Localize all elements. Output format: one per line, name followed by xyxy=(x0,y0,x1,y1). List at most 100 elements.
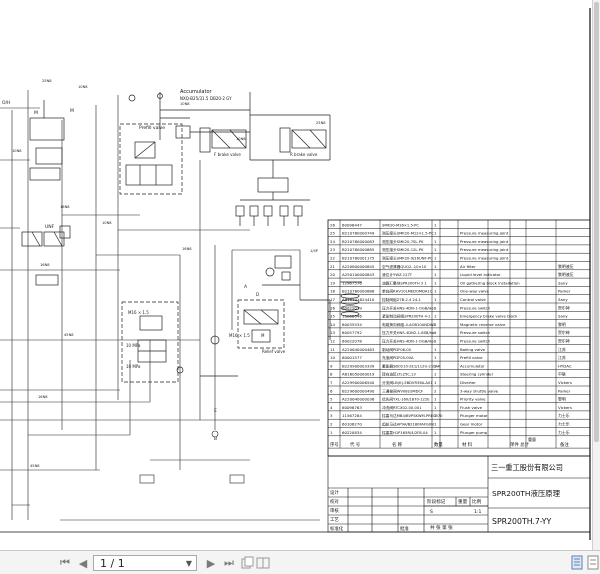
pdf-toolbar: ⏮ ◀ 1 / 1 ▼ ▶ ⏭ xyxy=(0,550,600,574)
parts-code-cell: A250100000843 xyxy=(342,272,375,277)
design-label: 设计 xyxy=(330,489,339,496)
parts-code-cell: 12967576 xyxy=(342,280,362,285)
stage-label: 阶段标记 xyxy=(427,498,446,505)
parts-spec-cell: SMK20-M16×1.5-PC xyxy=(382,223,419,227)
drawing-number: SPR200TH.7-YY xyxy=(492,517,552,526)
page-number-value[interactable]: 1 / 1 xyxy=(94,557,182,570)
parts-maker-cell: Vickers xyxy=(558,405,572,410)
svg-text:10N8: 10N8 xyxy=(180,102,190,106)
prev-page-icon[interactable]: ◀ xyxy=(76,556,90,570)
svg-text:B: B xyxy=(214,436,217,442)
last-page-icon[interactable]: ⏭ xyxy=(222,556,236,570)
parts-no-cell: 11 xyxy=(330,347,335,352)
parts-name-cell: Flush valve xyxy=(460,405,483,410)
parts-code-cell: 60220834 xyxy=(342,430,362,435)
pressure-label-a: 10 MPa xyxy=(126,343,141,348)
accumulator-valve-label: DB20-2 GY xyxy=(210,96,232,101)
prefill-valve-label: Prefill valve xyxy=(139,125,165,131)
parts-no-cell: 16 xyxy=(330,305,335,310)
stage-mark: S xyxy=(430,509,433,515)
parts-code-cell: B210780000749 xyxy=(342,231,375,236)
parts-maker-cell: 力士乐 xyxy=(558,422,570,427)
svg-text:O/H: O/H xyxy=(2,100,10,106)
craft-label: 工艺 xyxy=(330,517,339,523)
company-name: 三一重工股份有限公司 xyxy=(491,463,563,472)
svg-text:16N8: 16N8 xyxy=(38,395,48,399)
parts-name-cell: Pressure measuring joint xyxy=(460,239,509,244)
parts-name-cell: Oil gathering block installation xyxy=(460,280,520,285)
parts-maker-cell: Sany xyxy=(558,314,568,319)
parts-maker-cell: 中联 xyxy=(558,372,566,377)
parts-name-cell: Magnetic reverse valve xyxy=(460,322,506,327)
svg-text:16N8: 16N8 xyxy=(182,247,192,251)
page-selector[interactable]: 1 / 1 ▼ xyxy=(93,555,197,571)
svg-text:45N8: 45N8 xyxy=(30,464,40,468)
parts-code-cell: B229600000490 xyxy=(342,388,375,393)
parts-header-remark: 备注 xyxy=(560,441,569,448)
parts-code-cell: B210780000888 xyxy=(342,289,375,294)
parts-maker-cell: 力士乐 xyxy=(558,413,570,418)
parts-spec-cell: 冲洗阀RTCX02-00-001 xyxy=(382,405,422,410)
parts-maker-cell: 黎明液压 xyxy=(558,272,574,277)
hydraulic-schematic: O/H M M UNF Accumulator NXQ-B25/31.5 DB2… xyxy=(0,0,600,550)
parts-spec-cell: 测压接头SMK20-M12×1.5-PC xyxy=(382,231,434,236)
parts-no-cell: 25 xyxy=(330,231,335,236)
parts-name-cell: Control valve xyxy=(460,297,486,302)
parts-code-cell: 60096447 xyxy=(342,222,362,227)
parts-header-weight: 单件 总计 xyxy=(510,441,530,448)
parts-spec-cell: 电磁换向阀组-4-AOB10ANDWE xyxy=(382,322,436,327)
parts-header-weight-unit: 重量 xyxy=(528,436,536,442)
parts-maker-cell: HYDAC xyxy=(558,363,572,368)
first-page-icon[interactable]: ⏮ xyxy=(58,556,72,570)
parts-code-cell: B210780001175 xyxy=(342,256,375,261)
parts-maker-cell: 黎明液压 xyxy=(558,264,574,269)
parts-code-cell: A220640000036 xyxy=(342,397,375,402)
sheet-count: 共 张 第 张 xyxy=(430,524,453,531)
parts-spec-cell: 油路汇集块SPR200TH 3 1 xyxy=(382,280,427,285)
parts-header-code: 代 号 xyxy=(350,441,361,448)
two-page-view-icon[interactable] xyxy=(587,555,599,574)
page-layout-icon[interactable] xyxy=(256,555,270,574)
parts-maker-cell: Sany xyxy=(558,280,568,285)
svg-text:M: M xyxy=(70,108,74,114)
parts-spec-cell: 压力开关HNS-4DN2-1-8SB/hor xyxy=(382,330,436,335)
parts-name-cell: Pressure measuring joint xyxy=(460,256,509,261)
parts-maker-cell: 力士乐 xyxy=(558,430,570,435)
chevron-down-icon[interactable]: ▼ xyxy=(182,559,196,568)
parts-spec-cell: 分流阀LB(K)-5BDVR36A-A01 xyxy=(382,380,433,385)
accumulator-label: Accumulator xyxy=(180,89,213,95)
approve-label: 批准 xyxy=(400,525,409,532)
parts-code-cell: B210780000885 xyxy=(342,247,375,252)
svg-text:16N8: 16N8 xyxy=(60,205,70,209)
svg-text:M: M xyxy=(261,333,265,338)
parts-header-material: 材 料 xyxy=(462,441,473,448)
parts-header-spec: 名 称 xyxy=(392,441,403,448)
parts-name-cell: 3-way shuttle valve xyxy=(460,388,499,393)
vertical-scrollbar[interactable] xyxy=(592,0,600,550)
scrollbar-thumb[interactable] xyxy=(594,2,599,442)
parts-maker-cell: Sany xyxy=(558,297,568,302)
parts-no-cell: 12 xyxy=(330,339,335,344)
parts-spec-cell: 空气滤清器QUQ2.-10×10 xyxy=(382,264,427,269)
parts-code-cell: 10068646 xyxy=(342,314,362,319)
parts-no-cell: 10 xyxy=(330,355,335,360)
next-page-icon[interactable]: ▶ xyxy=(204,556,218,570)
pressure-label-b: 10 MPa xyxy=(126,364,141,369)
parts-name-cell: Liquid level indicator xyxy=(460,272,501,277)
copy-page-icon[interactable] xyxy=(240,555,254,574)
document-viewer[interactable]: O/H M M UNF Accumulator NXQ-B25/31.5 DB2… xyxy=(0,0,600,550)
parts-no-cell: 26 xyxy=(330,222,335,227)
svg-text:16N8: 16N8 xyxy=(40,263,50,267)
parts-name-cell: Pressure switch xyxy=(460,339,491,344)
parts-name-cell: Pressure switch xyxy=(460,305,491,310)
parts-header-no: 序号 xyxy=(330,441,339,448)
parts-no-cell: 18 xyxy=(330,289,335,294)
svg-text:E: E xyxy=(214,408,217,414)
parts-spec-cell: 测压接头SMK20-12L-PK xyxy=(382,247,424,252)
parts-name-cell: Gear motor xyxy=(460,422,483,427)
scale-value: 1:1 xyxy=(474,509,481,515)
single-page-view-icon[interactable] xyxy=(571,555,583,574)
m16b-label: M16 × 1.5 xyxy=(229,333,250,338)
parts-code-cell: B229900003339 xyxy=(342,363,375,368)
parts-code-cell: 60035534 xyxy=(342,322,362,327)
